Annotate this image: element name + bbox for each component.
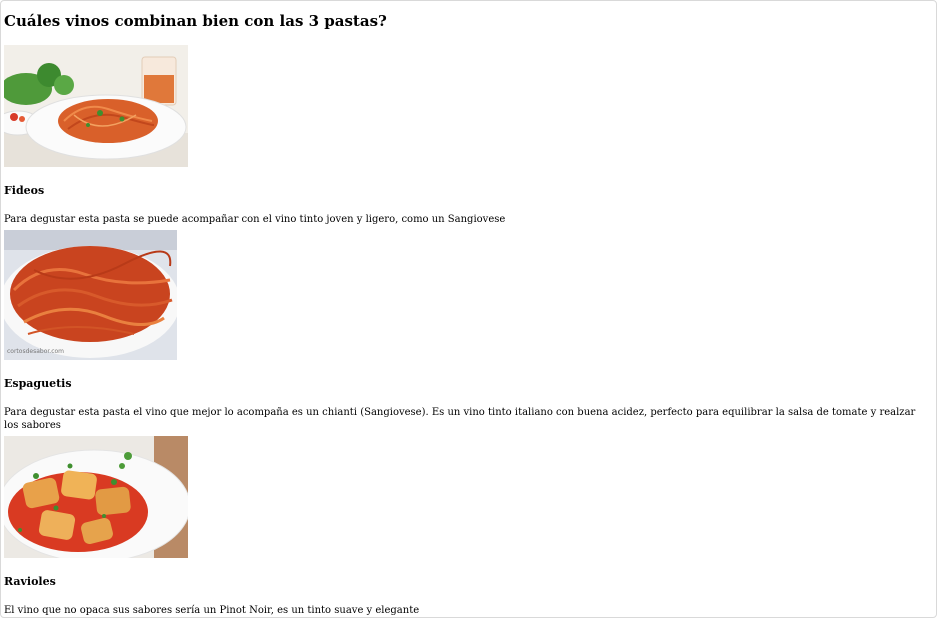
fideos-image [4, 45, 188, 167]
spaghetti-closeup-photo-icon: cortosdesabor.com [4, 230, 177, 360]
pasta-description-fideos: Para degustar esta pasta se puede acompa… [4, 214, 506, 225]
espaguetis-image: cortosdesabor.com [4, 230, 177, 360]
pasta-description-ravioles: El vino que no opaca sus sabores sería u… [4, 605, 420, 616]
ravioli-plate-photo-icon [4, 436, 188, 558]
image-watermark: cortosdesabor.com [7, 348, 64, 355]
pasta-description-espaguetis: Para degustar esta pasta el vino que mej… [4, 407, 916, 431]
main-content: Cuáles vinos combinan bien con las 3 pas… [4, 10, 929, 617]
pasta-name-fideos: Fideos [4, 184, 45, 197]
pasta-name-espaguetis: Espaguetis [4, 377, 72, 390]
spaghetti-plate-photo-icon [4, 45, 188, 167]
ravioles-image [4, 436, 188, 558]
page-title: Cuáles vinos combinan bien con las 3 pas… [4, 12, 387, 30]
pasta-name-ravioles: Ravioles [4, 575, 56, 588]
